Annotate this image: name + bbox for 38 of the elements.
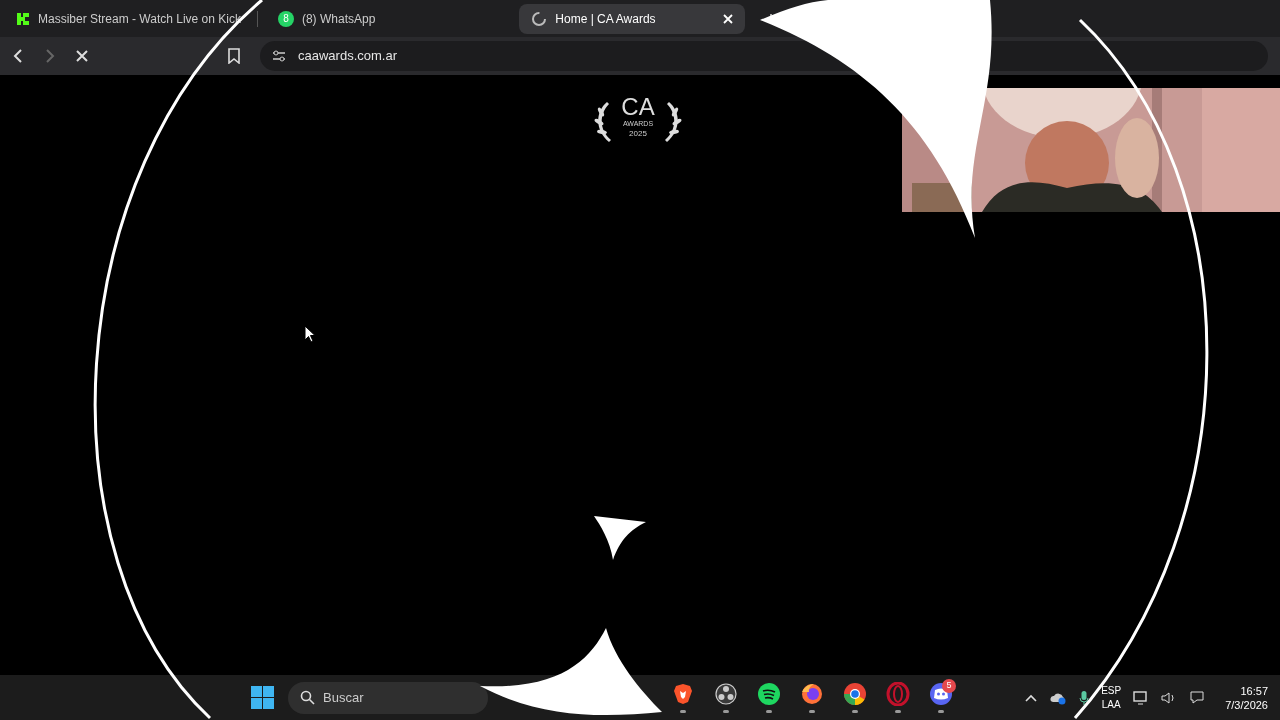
stop-icon[interactable] <box>76 50 88 62</box>
forward-icon[interactable] <box>44 49 56 63</box>
logo-title: CA <box>621 95 655 119</box>
chevron-up-icon[interactable] <box>1025 693 1038 702</box>
brave-app-icon <box>671 682 695 706</box>
bookmark-icon[interactable] <box>228 48 240 64</box>
taskbar-app[interactable]: 5 <box>926 677 956 718</box>
spotify-app-icon <box>757 682 781 706</box>
clock-time[interactable]: 16:57 <box>1240 683 1268 698</box>
search-placeholder: Buscar <box>323 688 364 707</box>
tab-title: Massiber Stream - Watch Live on Kick <box>38 10 241 28</box>
keyboard-layout-indicator[interactable]: LAA <box>1101 697 1121 712</box>
firefox-app-icon <box>800 682 824 706</box>
notification-badge: 5 <box>942 678 956 693</box>
mouse-cursor-icon <box>304 325 316 343</box>
tab-title: Home | CA Awards <box>555 10 656 28</box>
loading-icon <box>531 10 548 27</box>
close-icon[interactable] <box>723 13 734 24</box>
clock-date[interactable]: 7/3/2026 <box>1225 697 1268 712</box>
search-icon <box>300 690 315 705</box>
language-indicator[interactable]: ESP <box>1101 683 1122 698</box>
logo-year: 2025 <box>629 128 647 140</box>
kick-logo-icon <box>16 11 30 26</box>
back-icon[interactable] <box>12 49 24 63</box>
microphone-icon[interactable] <box>1079 689 1090 706</box>
browser-tab[interactable]: Massiber Stream - Watch Live on Kick <box>12 3 245 34</box>
opera-app-icon <box>886 682 910 706</box>
transition-shape <box>594 516 646 560</box>
obs-app-icon <box>714 682 738 706</box>
site-settings-icon[interactable] <box>272 50 286 62</box>
browser-tab[interactable]: Home | CA Awards <box>519 3 746 34</box>
search-box[interactable]: Buscar <box>288 681 488 714</box>
start-icon[interactable] <box>251 686 274 709</box>
browser-tab[interactable]: 8 (8) WhatsApp <box>273 3 380 34</box>
chrome-app-icon <box>843 682 867 706</box>
tab-badge: 8 <box>277 10 294 27</box>
url-text: caawards.com.ar <box>298 47 397 66</box>
tab-title: (8) WhatsApp <box>301 10 376 28</box>
